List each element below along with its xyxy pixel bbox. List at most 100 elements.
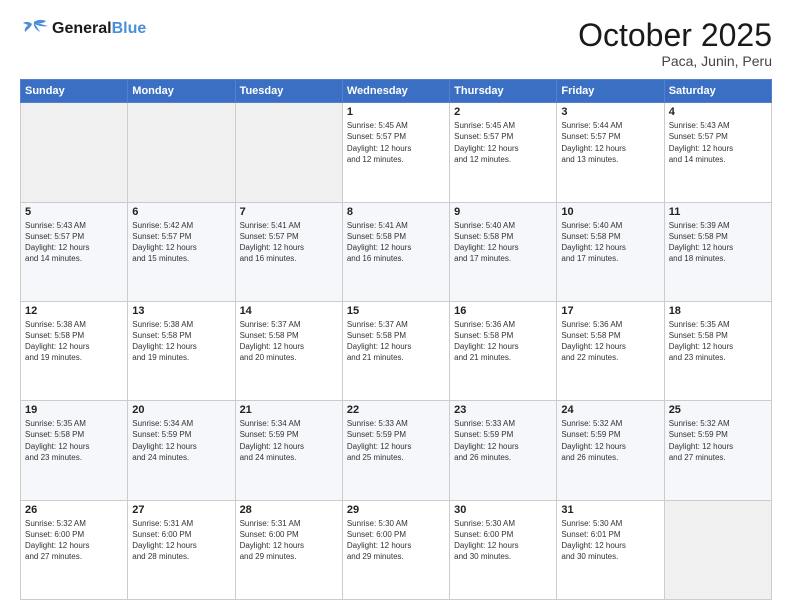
day-info: Sunrise: 5:45 AM Sunset: 5:57 PM Dayligh… (454, 120, 552, 165)
day-info: Sunrise: 5:33 AM Sunset: 5:59 PM Dayligh… (454, 418, 552, 463)
calendar-day: 7Sunrise: 5:41 AM Sunset: 5:57 PM Daylig… (235, 202, 342, 301)
day-number: 15 (347, 305, 445, 317)
day-info: Sunrise: 5:44 AM Sunset: 5:57 PM Dayligh… (561, 120, 659, 165)
day-number: 8 (347, 206, 445, 218)
day-number: 7 (240, 206, 338, 218)
calendar-week-4: 19 Sunrise: 5:35 AM Sunset: 5:58 PM Dayli… (21, 401, 772, 500)
day-number: 26 (25, 504, 123, 516)
calendar-day: 13 Sunrise: 5:38 AM Sunset: 5:58 PM Dayli… (128, 301, 235, 400)
day-number: 6 (132, 206, 230, 218)
day-number: 19 (25, 404, 123, 416)
month-title: October 2025 (578, 18, 772, 53)
header: GeneralBlue October 2025 Paca, Junin, Pe… (20, 18, 772, 69)
calendar-week-3: 12 Sunrise: 5:38 AM Sunset: 5:58 PM Dayli… (21, 301, 772, 400)
day-info: Sunrise: 5:45 AM Sunset: 5:57 PM Dayligh… (347, 120, 445, 165)
day-number: 27 (132, 504, 230, 516)
calendar-header-thursday: Thursday (450, 80, 557, 103)
page: GeneralBlue October 2025 Paca, Junin, Pe… (0, 0, 792, 612)
day-number: 24 (561, 404, 659, 416)
day-info: Sunrise: 5:34 AM Sunset: 5:59 PM Dayligh… (132, 418, 230, 463)
calendar-day: 28Sunrise: 5:31 AM Sunset: 6:00 PM Dayli… (235, 500, 342, 599)
calendar-day: 4 Sunrise: 5:43 AM Sunset: 5:57 PM Daylig… (664, 103, 771, 202)
day-info: Sunrise: 5:30 AM Sunset: 6:00 PM Dayligh… (347, 518, 445, 563)
calendar-day: 15 Sunrise: 5:37 AM Sunset: 5:58 PM Dayli… (342, 301, 449, 400)
day-info: Sunrise: 5:38 AM Sunset: 5:58 PM Dayligh… (25, 319, 123, 364)
day-info: Sunrise: 5:32 AM Sunset: 6:00 PM Dayligh… (25, 518, 123, 563)
day-number: 5 (25, 206, 123, 218)
day-info: Sunrise: 5:41 AM Sunset: 5:58 PM Dayligh… (347, 220, 445, 265)
day-number: 3 (561, 106, 659, 118)
day-info: Sunrise: 5:37 AM Sunset: 5:58 PM Dayligh… (347, 319, 445, 364)
day-info: Sunrise: 5:36 AM Sunset: 5:58 PM Dayligh… (561, 319, 659, 364)
calendar-day: 2Sunrise: 5:45 AM Sunset: 5:57 PM Daylig… (450, 103, 557, 202)
day-number: 4 (669, 106, 767, 118)
location: Paca, Junin, Peru (578, 53, 772, 69)
calendar-day: 18 Sunrise: 5:35 AM Sunset: 5:58 PM Dayli… (664, 301, 771, 400)
calendar-day: 11Sunrise: 5:39 AM Sunset: 5:58 PM Dayli… (664, 202, 771, 301)
logo: GeneralBlue (20, 18, 146, 40)
calendar-day: 24 Sunrise: 5:32 AM Sunset: 5:59 PM Dayli… (557, 401, 664, 500)
day-number: 31 (561, 504, 659, 516)
day-info: Sunrise: 5:32 AM Sunset: 5:59 PM Dayligh… (669, 418, 767, 463)
calendar-day: 1Sunrise: 5:45 AM Sunset: 5:57 PM Daylig… (342, 103, 449, 202)
day-info: Sunrise: 5:37 AM Sunset: 5:58 PM Dayligh… (240, 319, 338, 364)
calendar-day: 20Sunrise: 5:34 AM Sunset: 5:59 PM Dayli… (128, 401, 235, 500)
day-info: Sunrise: 5:40 AM Sunset: 5:58 PM Dayligh… (561, 220, 659, 265)
day-info: Sunrise: 5:38 AM Sunset: 5:58 PM Dayligh… (132, 319, 230, 364)
day-info: Sunrise: 5:30 AM Sunset: 6:00 PM Dayligh… (454, 518, 552, 563)
day-number: 29 (347, 504, 445, 516)
day-number: 21 (240, 404, 338, 416)
day-number: 10 (561, 206, 659, 218)
calendar-week-1: 1Sunrise: 5:45 AM Sunset: 5:57 PM Daylig… (21, 103, 772, 202)
calendar-week-2: 5 Sunrise: 5:43 AM Sunset: 5:57 PM Daylig… (21, 202, 772, 301)
day-number: 22 (347, 404, 445, 416)
calendar-day: 9Sunrise: 5:40 AM Sunset: 5:58 PM Daylig… (450, 202, 557, 301)
day-number: 13 (132, 305, 230, 317)
calendar-day: 19 Sunrise: 5:35 AM Sunset: 5:58 PM Dayli… (21, 401, 128, 500)
calendar-day: 17 Sunrise: 5:36 AM Sunset: 5:58 PM Dayli… (557, 301, 664, 400)
logo-bird-icon (20, 18, 48, 40)
day-info: Sunrise: 5:32 AM Sunset: 5:59 PM Dayligh… (561, 418, 659, 463)
calendar-header-saturday: Saturday (664, 80, 771, 103)
calendar-day: 10 Sunrise: 5:40 AM Sunset: 5:58 PM Dayli… (557, 202, 664, 301)
day-info: Sunrise: 5:43 AM Sunset: 5:57 PM Dayligh… (669, 120, 767, 165)
day-info: Sunrise: 5:42 AM Sunset: 5:57 PM Dayligh… (132, 220, 230, 265)
calendar-day: 12 Sunrise: 5:38 AM Sunset: 5:58 PM Dayli… (21, 301, 128, 400)
calendar-day: 5 Sunrise: 5:43 AM Sunset: 5:57 PM Daylig… (21, 202, 128, 301)
day-info: Sunrise: 5:35 AM Sunset: 5:58 PM Dayligh… (669, 319, 767, 364)
calendar-header-wednesday: Wednesday (342, 80, 449, 103)
calendar-day: 14 Sunrise: 5:37 AM Sunset: 5:58 PM Dayli… (235, 301, 342, 400)
calendar-header-tuesday: Tuesday (235, 80, 342, 103)
calendar-day: 3 Sunrise: 5:44 AM Sunset: 5:57 PM Daylig… (557, 103, 664, 202)
day-info: Sunrise: 5:43 AM Sunset: 5:57 PM Dayligh… (25, 220, 123, 265)
calendar-header-friday: Friday (557, 80, 664, 103)
calendar-day: 23Sunrise: 5:33 AM Sunset: 5:59 PM Dayli… (450, 401, 557, 500)
calendar-day (21, 103, 128, 202)
calendar-day: 30 Sunrise: 5:30 AM Sunset: 6:00 PM Dayli… (450, 500, 557, 599)
calendar-header-row: SundayMondayTuesdayWednesdayThursdayFrid… (21, 80, 772, 103)
calendar-header-monday: Monday (128, 80, 235, 103)
day-info: Sunrise: 5:36 AM Sunset: 5:58 PM Dayligh… (454, 319, 552, 364)
calendar-day: 21 Sunrise: 5:34 AM Sunset: 5:59 PM Dayli… (235, 401, 342, 500)
day-number: 17 (561, 305, 659, 317)
calendar-day: 31Sunrise: 5:30 AM Sunset: 6:01 PM Dayli… (557, 500, 664, 599)
calendar-header-sunday: Sunday (21, 80, 128, 103)
calendar-day (664, 500, 771, 599)
day-number: 18 (669, 305, 767, 317)
calendar-day (128, 103, 235, 202)
day-info: Sunrise: 5:35 AM Sunset: 5:58 PM Dayligh… (25, 418, 123, 463)
calendar: SundayMondayTuesdayWednesdayThursdayFrid… (20, 79, 772, 600)
calendar-day: 29 Sunrise: 5:30 AM Sunset: 6:00 PM Dayli… (342, 500, 449, 599)
calendar-day: 6 Sunrise: 5:42 AM Sunset: 5:57 PM Daylig… (128, 202, 235, 301)
calendar-day: 25 Sunrise: 5:32 AM Sunset: 5:59 PM Dayli… (664, 401, 771, 500)
day-number: 25 (669, 404, 767, 416)
day-number: 12 (25, 305, 123, 317)
day-number: 14 (240, 305, 338, 317)
title-area: October 2025 Paca, Junin, Peru (578, 18, 772, 69)
day-number: 30 (454, 504, 552, 516)
day-info: Sunrise: 5:34 AM Sunset: 5:59 PM Dayligh… (240, 418, 338, 463)
logo-text: GeneralBlue (52, 20, 146, 38)
calendar-day: 26 Sunrise: 5:32 AM Sunset: 6:00 PM Dayli… (21, 500, 128, 599)
day-number: 16 (454, 305, 552, 317)
calendar-day: 8 Sunrise: 5:41 AM Sunset: 5:58 PM Daylig… (342, 202, 449, 301)
